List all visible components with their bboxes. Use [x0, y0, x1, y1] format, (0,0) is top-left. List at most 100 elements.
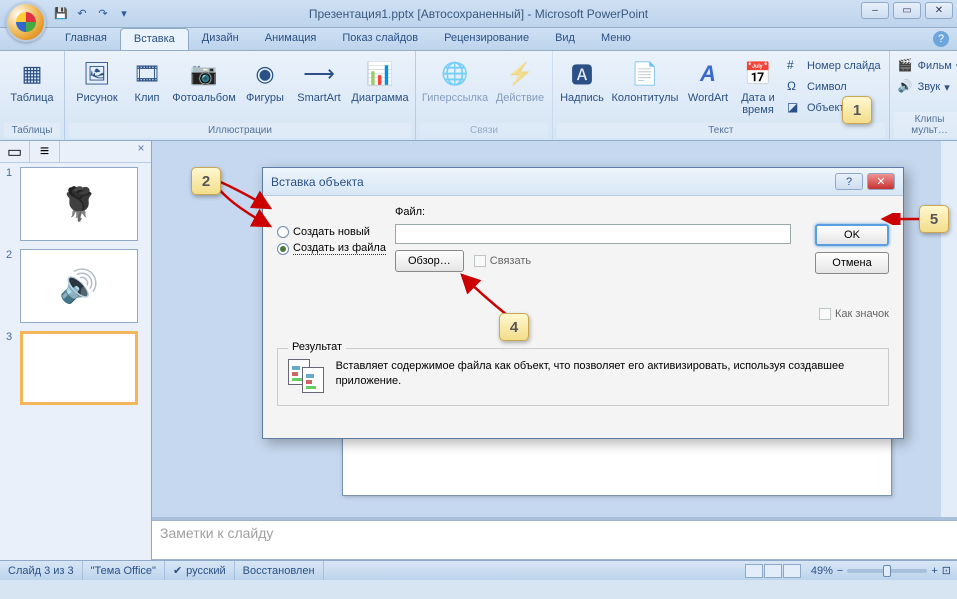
shapes-button[interactable]: ◉Фигуры: [241, 56, 289, 106]
symbol-button[interactable]: ΩСимвол: [783, 77, 885, 97]
slides-tab[interactable]: ▭: [0, 141, 30, 162]
qat-dropdown-icon[interactable]: ▾: [115, 5, 133, 23]
as-icon-checkbox-row[interactable]: Как значок: [819, 308, 889, 320]
dialog-help-button[interactable]: ?: [835, 173, 863, 190]
tab-review[interactable]: Рецензирование: [431, 28, 542, 50]
tab-animation[interactable]: Анимация: [252, 28, 330, 50]
fit-button[interactable]: ⊡: [942, 564, 951, 577]
ok-button[interactable]: OK: [815, 224, 889, 246]
dialog-titlebar[interactable]: Вставка объекта ? ✕: [263, 168, 903, 196]
picture-button[interactable]: 🖼Рисунок: [69, 56, 125, 106]
group-tables-label: Таблицы: [4, 123, 60, 138]
minimize-button[interactable]: –: [861, 2, 889, 19]
notes-pane[interactable]: Заметки к слайду: [152, 520, 957, 560]
help-icon[interactable]: ?: [933, 31, 949, 47]
result-legend: Результат: [288, 341, 346, 353]
thumbnail-1[interactable]: 🌹: [20, 167, 138, 241]
sorter-view-button[interactable]: [764, 564, 782, 578]
radio-column: Создать новый Создать из файла: [277, 206, 387, 320]
smartart-button[interactable]: ⟶SmartArt: [291, 56, 347, 106]
table-icon: ▦: [16, 58, 48, 90]
zoom-control: 49% − + ⊡: [805, 564, 957, 577]
zoom-level[interactable]: 49%: [811, 565, 833, 577]
create-new-radio[interactable]: Создать новый: [277, 226, 387, 238]
hyperlink-button[interactable]: 🌐Гиперссылка: [420, 56, 490, 106]
dialog-close-button[interactable]: ✕: [867, 173, 895, 190]
file-label: Файл:: [395, 206, 791, 218]
checkbox-icon: [819, 308, 831, 320]
status-theme: "Тема Office": [83, 561, 165, 580]
close-button[interactable]: ✕: [925, 2, 953, 19]
title-bar: 💾 ↶ ↷ ▾ Презентация1.pptx [Автосохраненн…: [0, 0, 957, 28]
rose-icon: 🌹: [59, 185, 99, 223]
zoom-out-button[interactable]: −: [837, 565, 843, 577]
ribbon: ▦Таблица Таблицы 🖼Рисунок 🎞Клип 📷Фотоаль…: [0, 51, 957, 141]
thumbnail-2[interactable]: 🔊: [20, 249, 138, 323]
callout-1: 1: [842, 96, 872, 124]
dialog-title-buttons: ? ✕: [835, 173, 895, 190]
tab-slideshow[interactable]: Показ слайдов: [329, 28, 431, 50]
link-checkbox-row[interactable]: Связать: [474, 255, 531, 267]
tab-menu[interactable]: Меню: [588, 28, 644, 50]
tab-design[interactable]: Дизайн: [189, 28, 252, 50]
thumbnail-3[interactable]: [20, 331, 138, 405]
outline-tab[interactable]: ≡: [30, 141, 60, 162]
photoalbum-button[interactable]: 📷Фотоальбом: [169, 56, 239, 106]
status-bar: Слайд 3 из 3 "Тема Office" ✔русский Восс…: [0, 560, 957, 580]
vertical-scrollbar[interactable]: [941, 141, 957, 517]
window-title: Презентация1.pptx [Автосохраненный] - Mi…: [309, 7, 648, 21]
thumb-item-1[interactable]: 1🌹: [6, 167, 145, 241]
undo-icon[interactable]: ↶: [73, 5, 91, 23]
zoom-slider-thumb[interactable]: [883, 565, 891, 577]
thumb-item-3[interactable]: 3: [6, 331, 145, 405]
redo-icon[interactable]: ↷: [94, 5, 112, 23]
thumb-item-2[interactable]: 2🔊: [6, 249, 145, 323]
album-icon: 📷: [188, 58, 220, 90]
sound-icon: 🔊: [898, 79, 914, 95]
create-from-file-radio[interactable]: Создать из файла: [277, 242, 387, 255]
group-text: 🅰Надпись 📄Колонтитулы AWordArt 📅Дата и в…: [553, 51, 890, 140]
slidenum-icon: #: [787, 58, 803, 74]
table-button[interactable]: ▦Таблица: [4, 56, 60, 106]
result-box: Результат Вставляет содержимое файла как…: [277, 348, 889, 406]
pane-tabs: ▭ ≡ ×: [0, 141, 151, 163]
zoom-slider[interactable]: [847, 569, 927, 573]
textbox-button[interactable]: 🅰Надпись: [557, 56, 607, 106]
clip-button[interactable]: 🎞Клип: [127, 56, 167, 106]
tab-home[interactable]: Главная: [52, 28, 120, 50]
movie-button[interactable]: 🎬Фильм▾: [894, 56, 957, 76]
tab-view[interactable]: Вид: [542, 28, 588, 50]
slide-canvas[interactable]: [342, 436, 892, 496]
spellcheck-icon: ✔: [173, 564, 182, 577]
browse-button[interactable]: Обзор…: [395, 250, 464, 272]
sound-button[interactable]: 🔊Звук▾: [894, 77, 957, 97]
normal-view-button[interactable]: [745, 564, 763, 578]
headerfooter-button[interactable]: 📄Колонтитулы: [609, 56, 681, 106]
zoom-in-button[interactable]: +: [931, 565, 937, 577]
status-slide-count: Слайд 3 из 3: [0, 561, 83, 580]
file-path-input[interactable]: [395, 224, 791, 244]
office-button[interactable]: [6, 2, 46, 42]
chart-button[interactable]: 📊Диаграмма: [349, 56, 411, 106]
datetime-button[interactable]: 📅Дата и время: [735, 56, 781, 118]
slideshow-view-button[interactable]: [783, 564, 801, 578]
dialog-title: Вставка объекта: [271, 175, 364, 189]
right-column: OK Отмена Как значок: [799, 206, 889, 320]
thumbnail-list: 1🌹 2🔊 3: [0, 163, 151, 417]
slidenum-button[interactable]: #Номер слайда: [783, 56, 885, 76]
pane-close-icon[interactable]: ×: [131, 141, 151, 162]
action-icon: ⚡: [504, 58, 536, 90]
status-language[interactable]: ✔русский: [165, 561, 235, 580]
save-icon[interactable]: 💾: [52, 5, 70, 23]
action-button[interactable]: ⚡Действие: [492, 56, 548, 106]
wordart-button[interactable]: AWordArt: [683, 56, 733, 106]
calendar-icon: 📅: [742, 58, 774, 90]
dialog-body: Создать новый Создать из файла Файл: Обз…: [263, 196, 903, 416]
tab-insert[interactable]: Вставка: [120, 28, 189, 50]
cancel-button[interactable]: Отмена: [815, 252, 889, 274]
quick-access-toolbar: 💾 ↶ ↷ ▾: [52, 5, 133, 23]
headerfooter-icon: 📄: [629, 58, 661, 90]
maximize-button[interactable]: ▭: [893, 2, 921, 19]
window-controls: – ▭ ✕: [861, 2, 953, 19]
group-media-label: Клипы мульт…: [894, 112, 957, 138]
